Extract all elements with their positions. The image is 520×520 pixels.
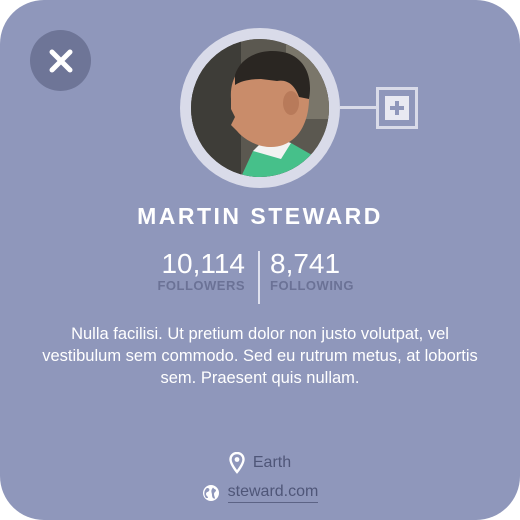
close-button[interactable] — [30, 30, 91, 91]
location-text: Earth — [252, 454, 292, 471]
location-row: Earth — [0, 452, 520, 474]
avatar-frame — [180, 28, 340, 188]
avatar[interactable] — [191, 39, 329, 177]
following-stat[interactable]: 8,741 FOLLOWING — [270, 248, 398, 293]
close-icon — [49, 49, 72, 72]
add-button-fill — [385, 96, 409, 120]
website-row: steward.com — [0, 483, 520, 503]
avatar-photo — [191, 39, 329, 177]
following-count: 8,741 — [270, 248, 341, 279]
followers-count: 10,114 — [161, 248, 245, 279]
connector-line — [340, 106, 376, 109]
map-pin-icon — [229, 452, 245, 474]
profile-name: MARTIN STEWARD — [137, 203, 383, 229]
stats-divider — [258, 251, 260, 304]
profile-card: MARTIN STEWARD 10,114 FOLLOWERS 8,741 FO… — [0, 0, 520, 520]
followers-label: FOLLOWERS — [157, 278, 245, 293]
plus-icon — [390, 101, 404, 115]
website-link[interactable]: steward.com — [227, 483, 319, 503]
profile-bio: Nulla facilisi. Ut pretium dolor non jus… — [42, 325, 478, 387]
globe-icon — [202, 485, 219, 501]
followers-stat[interactable]: 10,114 FOLLOWERS — [120, 248, 248, 293]
following-label: FOLLOWING — [270, 278, 354, 293]
add-friend-button[interactable] — [376, 87, 418, 129]
